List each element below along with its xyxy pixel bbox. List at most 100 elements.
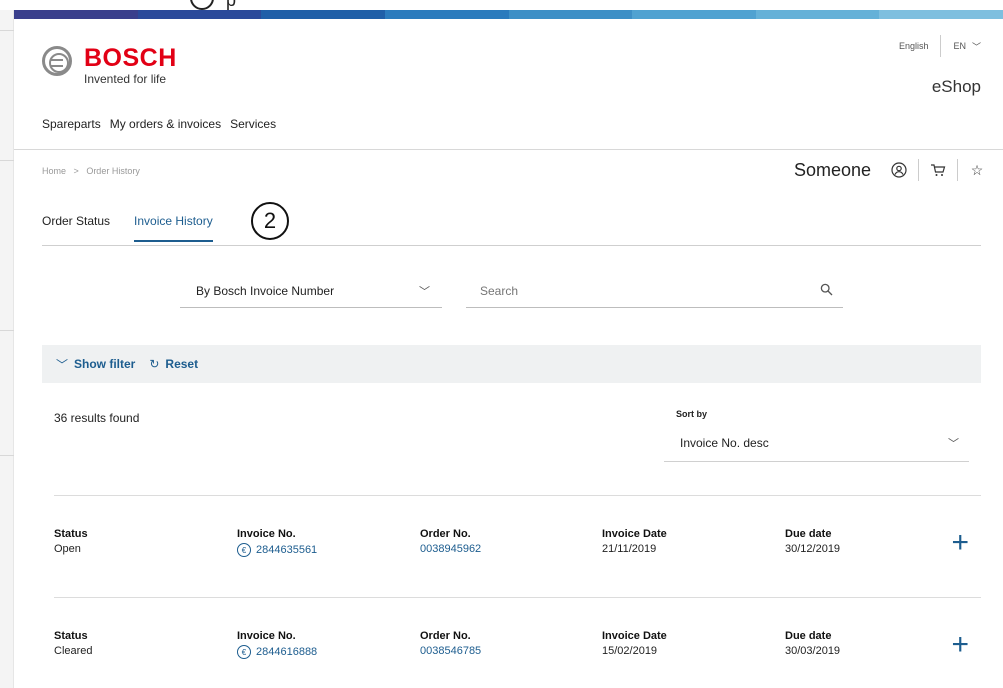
breadcrumb: Home > Order History [42,166,140,176]
show-filter-button[interactable]: ﹀ Show filter [56,356,135,373]
status-cell: Status Open [54,528,88,555]
due-date-value: 30/12/2019 [785,543,841,555]
search-type-label: By Bosch Invoice Number [196,283,335,298]
language-code[interactable]: EN [953,41,966,51]
language-selector[interactable]: English EN ﹀ [899,35,981,57]
breadcrumb-current: Order History [86,166,140,176]
main-panel: BOSCH Invented for life English EN ﹀ eSh… [14,19,1003,688]
invoice-no-cell: Invoice No. € 2844635561 [237,528,317,557]
status-value: Open [54,543,81,555]
reset-button[interactable]: ↻ Reset [149,357,198,371]
supergraphic-segment [632,10,756,19]
search-field[interactable] [466,274,843,308]
invoice-date-value: 21/11/2019 [602,543,657,555]
sort-dropdown[interactable]: Invoice No. desc ﹀ [664,424,969,462]
bosch-logo[interactable]: BOSCH Invented for life [42,45,177,86]
tabs-divider [42,245,981,246]
status-value: Cleared [54,645,93,657]
top-cut-text: p [226,0,237,10]
results-count: 36 results found [54,411,140,425]
top-callout-circle [190,0,214,10]
reset-icon: ↻ [149,357,160,371]
invoice-no-value[interactable]: 2844616888 [256,646,317,658]
nav-item-orders-invoices[interactable]: My orders & invoices [110,117,221,131]
brand-name: BOSCH [84,44,177,72]
cart-icon[interactable] [928,160,948,180]
invoice-no-cell: Invoice No. € 2844616888 [237,630,317,659]
supergraphic-segment [508,10,633,19]
due-date-label: Due date [785,630,832,642]
supergraphic-segment [879,10,1003,19]
sort-value: Invoice No. desc [680,435,769,450]
expand-plus-icon[interactable]: + [951,528,969,558]
order-no-label: Order No. [420,630,471,642]
supergraphic-segment [137,10,262,19]
order-no-cell: Order No. 0038546785 [420,630,481,657]
invoice-date-label: Invoice Date [602,528,667,540]
due-date-cell: Due date 30/03/2019 [785,630,840,657]
status-cell: Status Cleared [54,630,93,657]
nav-item-spareparts[interactable]: Spareparts [42,117,101,131]
background-page-strip [0,0,14,688]
search-type-dropdown[interactable]: By Bosch Invoice Number ﹀ [180,274,442,308]
tab-bar: Order Status Invoice History [42,214,219,242]
chevron-down-icon[interactable]: ﹀ [972,40,981,53]
shop-name: eShop [931,77,981,96]
user-icon[interactable] [889,160,909,180]
chevron-down-icon: ﹀ [948,437,959,450]
invoice-no-label: Invoice No. [237,528,296,540]
chevron-down-icon: ﹀ [419,285,430,298]
search-input[interactable] [480,283,780,298]
order-no-link[interactable]: 0038546785 [420,645,481,657]
invoice-no-link[interactable]: € 2844616888 [237,645,317,659]
star-icon[interactable]: ☆ [967,160,987,180]
show-filter-label: Show filter [74,357,136,371]
supergraphic-segment [261,10,385,19]
bosch-armature-icon [42,46,72,76]
supergraphic-segment [14,10,138,19]
due-date-label: Due date [785,528,832,540]
order-no-link[interactable]: 0038945962 [420,543,481,555]
sort-by-label: Sort by [676,409,708,419]
user-area: Someone ☆ [794,159,987,181]
status-label: Status [54,630,88,642]
chevron-down-icon: ﹀ [56,357,69,372]
search-icon[interactable] [820,283,833,299]
invoice-row: Status Open Invoice No. € 2844635561 Ord… [54,495,981,593]
invoice-row: Status Cleared Invoice No. € 2844616888 … [54,597,981,688]
callout-number: 2 [251,202,289,240]
filter-bar: ﹀ Show filter ↻ Reset [42,345,981,383]
brand-tagline: Invented for life [84,72,167,86]
pdf-document-icon: € [237,543,251,557]
supergraphic-segment [755,10,880,19]
invoice-date-label: Invoice Date [602,630,667,642]
due-date-value: 30/03/2019 [785,645,841,657]
breadcrumb-separator: > [73,166,79,176]
tab-order-status[interactable]: Order Status [42,214,110,242]
supergraphic-bar [14,10,1003,19]
order-no-cell: Order No. 0038945962 [420,528,481,555]
top-cut-header: p [0,0,1003,10]
language-label[interactable]: English [899,41,929,51]
breadcrumb-home[interactable]: Home [42,166,66,176]
invoice-no-value[interactable]: 2844635561 [256,544,317,556]
expand-plus-icon[interactable]: + [951,630,969,660]
invoice-date-cell: Invoice Date 15/02/2019 [602,630,667,657]
invoice-no-link[interactable]: € 2844635561 [237,543,317,557]
nav-item-services[interactable]: Services [230,117,276,131]
reset-label: Reset [165,357,199,371]
pdf-document-icon: € [237,645,251,659]
invoice-no-label: Invoice No. [237,630,296,642]
tab-invoice-history[interactable]: Invoice History [134,214,213,242]
user-divider [918,159,919,181]
header-divider [14,149,1003,150]
status-label: Status [54,528,88,540]
cart-divider [957,159,958,181]
order-no-label: Order No. [420,528,471,540]
invoice-date-value: 15/02/2019 [602,645,658,657]
main-nav: Spareparts My orders & invoices Services [42,117,285,131]
invoice-date-cell: Invoice Date 21/11/2019 [602,528,667,555]
due-date-cell: Due date 30/12/2019 [785,528,840,555]
language-divider [940,35,942,57]
user-name: Someone [793,159,871,180]
